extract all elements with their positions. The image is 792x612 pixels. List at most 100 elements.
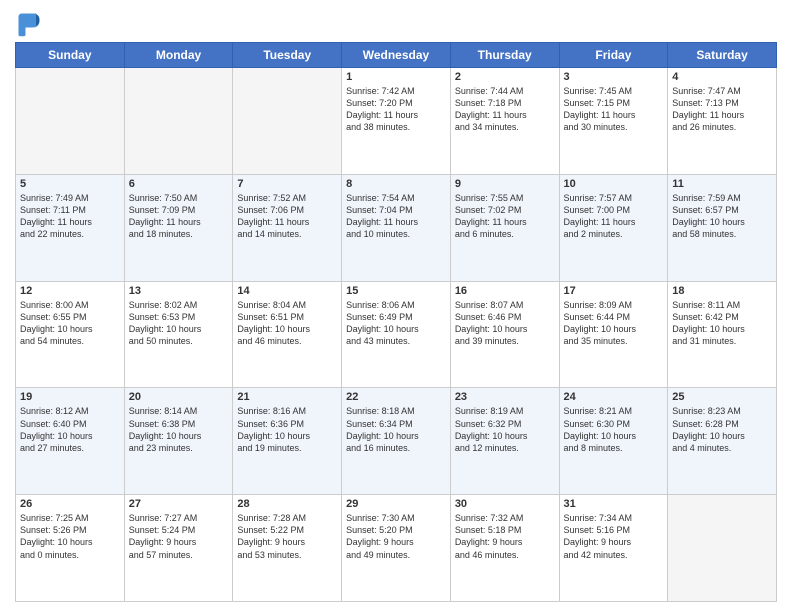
calendar-cell: 15 Sunrise: 8:06 AM Sunset: 6:49 PM Dayli… (342, 281, 451, 388)
day-info: Sunrise: 7:49 AM Sunset: 7:11 PM Dayligh… (20, 192, 120, 241)
day-number: 1 (346, 71, 446, 83)
day-info: Sunrise: 7:52 AM Sunset: 7:06 PM Dayligh… (237, 192, 337, 241)
day-number: 28 (237, 498, 337, 510)
calendar-cell: 3Sunrise: 7:45 AM Sunset: 7:15 PM Daylig… (559, 68, 668, 175)
day-number: 5 (20, 178, 120, 190)
day-number: 22 (346, 391, 446, 403)
calendar-cell (233, 68, 342, 175)
day-info: Sunrise: 8:21 AM Sunset: 6:30 PM Dayligh… (564, 405, 664, 454)
day-info: Sunrise: 8:16 AM Sunset: 6:36 PM Dayligh… (237, 405, 337, 454)
day-number: 30 (455, 498, 555, 510)
calendar-cell: 26 Sunrise: 7:25 AM Sunset: 5:26 PM Dayli… (16, 495, 125, 602)
day-info: Sunrise: 8:00 AM Sunset: 6:55 PM Dayligh… (20, 299, 120, 348)
calendar-cell: 18 Sunrise: 8:11 AM Sunset: 6:42 PM Dayli… (668, 281, 777, 388)
calendar-cell: 31Sunrise: 7:34 AM Sunset: 5:16 PM Dayli… (559, 495, 668, 602)
day-info: Sunrise: 7:28 AM Sunset: 5:22 PM Dayligh… (237, 512, 337, 561)
calendar-cell: 20 Sunrise: 8:14 AM Sunset: 6:38 PM Dayli… (124, 388, 233, 495)
calendar-cell: 21 Sunrise: 8:16 AM Sunset: 6:36 PM Dayli… (233, 388, 342, 495)
day-number: 2 (455, 71, 555, 83)
day-info: Sunrise: 7:54 AM Sunset: 7:04 PM Dayligh… (346, 192, 446, 241)
day-info: Sunrise: 7:45 AM Sunset: 7:15 PM Dayligh… (564, 85, 664, 134)
day-info: Sunrise: 7:44 AM Sunset: 7:18 PM Dayligh… (455, 85, 555, 134)
calendar-cell: 27 Sunrise: 7:27 AM Sunset: 5:24 PM Dayli… (124, 495, 233, 602)
calendar-cell (668, 495, 777, 602)
calendar-cell: 28 Sunrise: 7:28 AM Sunset: 5:22 PM Dayli… (233, 495, 342, 602)
day-number: 17 (564, 285, 664, 297)
calendar-cell: 19Sunrise: 8:12 AM Sunset: 6:40 PM Dayli… (16, 388, 125, 495)
day-info: Sunrise: 7:59 AM Sunset: 6:57 PM Dayligh… (672, 192, 772, 241)
day-info: Sunrise: 7:55 AM Sunset: 7:02 PM Dayligh… (455, 192, 555, 241)
calendar-week-0: 1 Sunrise: 7:42 AM Sunset: 7:20 PM Daylig… (16, 68, 777, 175)
day-info: Sunrise: 7:27 AM Sunset: 5:24 PM Dayligh… (129, 512, 229, 561)
calendar-cell: 8 Sunrise: 7:54 AM Sunset: 7:04 PM Daylig… (342, 174, 451, 281)
day-info: Sunrise: 7:57 AM Sunset: 7:00 PM Dayligh… (564, 192, 664, 241)
day-number: 18 (672, 285, 772, 297)
calendar-cell: 12 Sunrise: 8:00 AM Sunset: 6:55 PM Dayli… (16, 281, 125, 388)
day-number: 7 (237, 178, 337, 190)
day-info: Sunrise: 8:12 AM Sunset: 6:40 PM Dayligh… (20, 405, 120, 454)
day-info: Sunrise: 8:19 AM Sunset: 6:32 PM Dayligh… (455, 405, 555, 454)
calendar-week-1: 5 Sunrise: 7:49 AM Sunset: 7:11 PM Daylig… (16, 174, 777, 281)
calendar-cell: 2 Sunrise: 7:44 AM Sunset: 7:18 PM Daylig… (450, 68, 559, 175)
calendar-week-2: 12 Sunrise: 8:00 AM Sunset: 6:55 PM Dayli… (16, 281, 777, 388)
day-info: Sunrise: 8:11 AM Sunset: 6:42 PM Dayligh… (672, 299, 772, 348)
calendar-cell: 9 Sunrise: 7:55 AM Sunset: 7:02 PM Daylig… (450, 174, 559, 281)
logo (15, 10, 47, 38)
calendar-header-thursday: Thursday (450, 43, 559, 68)
day-info: Sunrise: 8:04 AM Sunset: 6:51 PM Dayligh… (237, 299, 337, 348)
day-info: Sunrise: 8:07 AM Sunset: 6:46 PM Dayligh… (455, 299, 555, 348)
day-info: Sunrise: 8:02 AM Sunset: 6:53 PM Dayligh… (129, 299, 229, 348)
day-number: 4 (672, 71, 772, 83)
calendar-header-tuesday: Tuesday (233, 43, 342, 68)
calendar-cell: 30 Sunrise: 7:32 AM Sunset: 5:18 PM Dayli… (450, 495, 559, 602)
calendar-cell: 22 Sunrise: 8:18 AM Sunset: 6:34 PM Dayli… (342, 388, 451, 495)
day-number: 9 (455, 178, 555, 190)
calendar-cell: 4 Sunrise: 7:47 AM Sunset: 7:13 PM Daylig… (668, 68, 777, 175)
calendar-cell: 17 Sunrise: 8:09 AM Sunset: 6:44 PM Dayli… (559, 281, 668, 388)
day-number: 29 (346, 498, 446, 510)
logo-icon (15, 10, 43, 38)
calendar-header-sunday: Sunday (16, 43, 125, 68)
day-number: 13 (129, 285, 229, 297)
day-number: 25 (672, 391, 772, 403)
day-number: 8 (346, 178, 446, 190)
day-number: 20 (129, 391, 229, 403)
calendar-cell: 6 Sunrise: 7:50 AM Sunset: 7:09 PM Daylig… (124, 174, 233, 281)
calendar-cell: 13 Sunrise: 8:02 AM Sunset: 6:53 PM Dayli… (124, 281, 233, 388)
day-info: Sunrise: 7:42 AM Sunset: 7:20 PM Dayligh… (346, 85, 446, 134)
calendar-week-4: 26 Sunrise: 7:25 AM Sunset: 5:26 PM Dayli… (16, 495, 777, 602)
day-number: 11 (672, 178, 772, 190)
calendar-cell: 11 Sunrise: 7:59 AM Sunset: 6:57 PM Dayli… (668, 174, 777, 281)
day-number: 26 (20, 498, 120, 510)
calendar-header-wednesday: Wednesday (342, 43, 451, 68)
calendar-cell: 29Sunrise: 7:30 AM Sunset: 5:20 PM Dayli… (342, 495, 451, 602)
calendar-cell (16, 68, 125, 175)
calendar-cell: 25 Sunrise: 8:23 AM Sunset: 6:28 PM Dayli… (668, 388, 777, 495)
day-info: Sunrise: 7:25 AM Sunset: 5:26 PM Dayligh… (20, 512, 120, 561)
calendar-cell: 7 Sunrise: 7:52 AM Sunset: 7:06 PM Daylig… (233, 174, 342, 281)
calendar-header-monday: Monday (124, 43, 233, 68)
day-info: Sunrise: 8:14 AM Sunset: 6:38 PM Dayligh… (129, 405, 229, 454)
day-info: Sunrise: 7:50 AM Sunset: 7:09 PM Dayligh… (129, 192, 229, 241)
day-number: 14 (237, 285, 337, 297)
day-info: Sunrise: 8:09 AM Sunset: 6:44 PM Dayligh… (564, 299, 664, 348)
day-number: 15 (346, 285, 446, 297)
day-number: 21 (237, 391, 337, 403)
calendar-cell: 5 Sunrise: 7:49 AM Sunset: 7:11 PM Daylig… (16, 174, 125, 281)
calendar-cell: 23Sunrise: 8:19 AM Sunset: 6:32 PM Dayli… (450, 388, 559, 495)
calendar-header-row: SundayMondayTuesdayWednesdayThursdayFrid… (16, 43, 777, 68)
calendar-cell: 1 Sunrise: 7:42 AM Sunset: 7:20 PM Daylig… (342, 68, 451, 175)
calendar-cell: 14 Sunrise: 8:04 AM Sunset: 6:51 PM Dayli… (233, 281, 342, 388)
day-number: 16 (455, 285, 555, 297)
day-number: 10 (564, 178, 664, 190)
day-info: Sunrise: 7:47 AM Sunset: 7:13 PM Dayligh… (672, 85, 772, 134)
day-info: Sunrise: 7:32 AM Sunset: 5:18 PM Dayligh… (455, 512, 555, 561)
calendar: SundayMondayTuesdayWednesdayThursdayFrid… (15, 42, 777, 602)
day-number: 6 (129, 178, 229, 190)
calendar-cell (124, 68, 233, 175)
day-info: Sunrise: 8:18 AM Sunset: 6:34 PM Dayligh… (346, 405, 446, 454)
day-info: Sunrise: 8:06 AM Sunset: 6:49 PM Dayligh… (346, 299, 446, 348)
day-info: Sunrise: 8:23 AM Sunset: 6:28 PM Dayligh… (672, 405, 772, 454)
day-number: 27 (129, 498, 229, 510)
day-number: 12 (20, 285, 120, 297)
